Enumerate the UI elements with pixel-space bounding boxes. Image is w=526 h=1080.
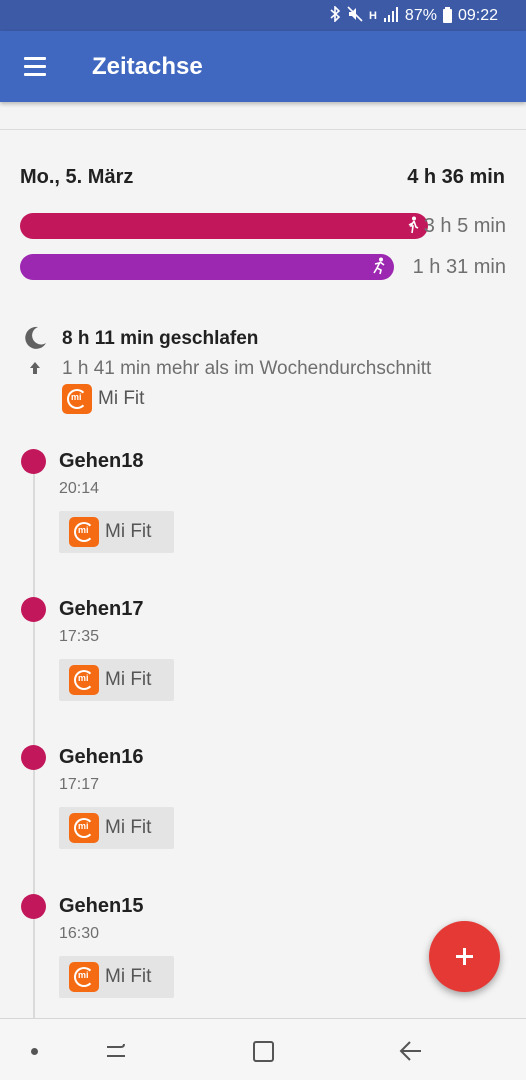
nav-dot-icon[interactable] (31, 1048, 38, 1055)
mi-fit-icon (69, 813, 99, 843)
source-chip[interactable]: Mi Fit (59, 511, 174, 553)
mi-fit-icon (69, 962, 99, 992)
timeline-dot (21, 894, 46, 919)
day-date: Mo., 5. März (20, 166, 134, 188)
menu-icon[interactable] (20, 53, 52, 81)
source-label: Mi Fit (105, 521, 152, 542)
event-name: Gehen16 (59, 746, 144, 768)
event-time: 17:17 (59, 776, 100, 793)
back-icon[interactable] (398, 1039, 424, 1063)
mi-fit-icon (62, 384, 92, 414)
app-bar: Zeitachse (0, 31, 526, 102)
arrow-up-icon (28, 360, 42, 376)
source-label: Mi Fit (105, 817, 152, 838)
home-icon[interactable] (253, 1041, 274, 1062)
source-label: Mi Fit (98, 388, 145, 409)
battery-icon (442, 6, 452, 23)
event-name: Gehen15 (59, 895, 144, 917)
status-time: 09:22 (457, 6, 498, 24)
running-duration: 1 h 31 min (412, 256, 506, 278)
source-chip[interactable]: Mi Fit (59, 659, 174, 701)
page-title: Zeitachse (92, 53, 203, 80)
mute-icon (347, 6, 363, 25)
sleep-source: Mi Fit (62, 383, 144, 415)
source-chip[interactable]: Mi Fit (59, 807, 174, 849)
event-time: 17:35 (59, 628, 100, 645)
running-bar-row[interactable]: 1 h 31 min (20, 254, 506, 280)
source-chip[interactable]: Mi Fit (59, 956, 174, 998)
mi-fit-icon (69, 517, 99, 547)
signal-icon (383, 6, 399, 25)
timeline-event[interactable]: Gehen17 17:35 Mi Fit (0, 597, 526, 737)
divider (0, 129, 526, 130)
timeline-dot (21, 745, 46, 770)
mi-fit-icon (69, 665, 99, 695)
walking-bar-row[interactable]: 3 h 5 min (20, 213, 506, 239)
timeline-dot (21, 597, 46, 622)
walking-icon (404, 216, 422, 236)
walking-bar (20, 213, 428, 239)
running-bar (20, 254, 394, 280)
event-time: 20:14 (59, 480, 100, 497)
event-time: 16:30 (59, 925, 100, 942)
battery-percent: 87% (404, 6, 437, 24)
network-h-icon: H (368, 9, 377, 22)
running-icon (370, 257, 388, 277)
system-nav-bar (0, 1018, 526, 1080)
status-bar: H 87% 09:22 (0, 0, 526, 31)
sleep-title[interactable]: 8 h 11 min geschlafen (62, 328, 258, 350)
bluetooth-icon (329, 5, 341, 25)
timeline-event[interactable]: Gehen18 20:14 Mi Fit (0, 449, 526, 589)
sleep-comparison: 1 h 41 min mehr als im Wochendurchschnit… (62, 358, 432, 379)
timeline-dot (21, 449, 46, 474)
walking-duration: 3 h 5 min (423, 215, 506, 237)
moon-icon (22, 325, 48, 351)
timeline-event[interactable]: Gehen16 17:17 Mi Fit (0, 745, 526, 885)
source-label: Mi Fit (105, 669, 152, 690)
day-total: 4 h 36 min (407, 166, 505, 188)
add-button[interactable] (429, 921, 500, 992)
event-name: Gehen18 (59, 450, 144, 472)
event-name: Gehen17 (59, 598, 144, 620)
recents-icon[interactable] (104, 1039, 128, 1061)
status-icons: H 87% 09:22 (323, 5, 498, 25)
source-label: Mi Fit (105, 966, 152, 987)
